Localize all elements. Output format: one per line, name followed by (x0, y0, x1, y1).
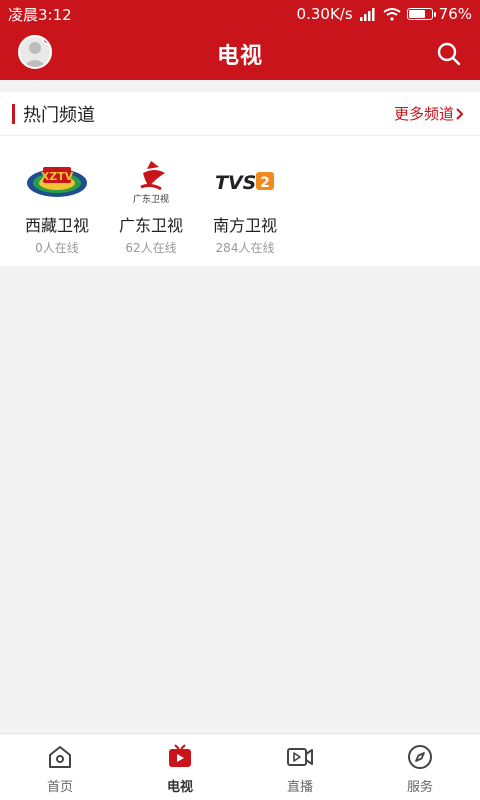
channel-logo-nanfang: TVS 2 (198, 156, 292, 206)
section-header: 热门频道 更多频道 (0, 92, 480, 136)
tab-label: 服务 (406, 780, 433, 795)
guangdong-logo-text: 广东卫视 (133, 193, 169, 205)
channel-online-count: 284人在线 (215, 241, 275, 255)
compass-icon (405, 742, 435, 772)
channel-logo-xizang: XZTV (10, 156, 104, 206)
app-header: 电视 (0, 28, 480, 80)
channel-name: 南方卫视 (212, 216, 277, 235)
status-bar: 凌晨3:12 0.30K/s 76% (0, 0, 480, 28)
network-speed: 0.30K/s (296, 5, 353, 23)
status-time: 凌晨3:12 (8, 5, 72, 24)
hot-channels-card: 热门频道 更多频道 XZTV 西藏卫视 0人在线 广东卫视 广东卫视 62人在线… (0, 92, 480, 266)
channel-name: 广东卫视 (118, 216, 183, 235)
tab-services[interactable]: 服务 (360, 734, 480, 800)
channel-item-xizang[interactable]: XZTV 西藏卫视 0人在线 (10, 156, 104, 256)
more-channels-label: 更多频道 (393, 105, 454, 123)
wifi-icon (383, 8, 401, 21)
tab-home[interactable]: 首页 (0, 734, 120, 800)
channel-item-guangdong[interactable]: 广东卫视 广东卫视 62人在线 (104, 156, 198, 256)
status-right: 0.30K/s 76% (297, 5, 472, 23)
tab-label: 首页 (46, 780, 73, 795)
live-video-icon (285, 742, 315, 772)
signal-icon (359, 8, 375, 21)
channel-list: XZTV 西藏卫视 0人在线 广东卫视 广东卫视 62人在线 TVS 2 南方卫… (0, 156, 480, 256)
user-avatar[interactable] (18, 35, 52, 69)
section-title-text: 热门频道 (23, 104, 95, 126)
tvs2-logo-icon: TVS 2 (215, 172, 274, 194)
tv-icon (165, 742, 195, 772)
tab-label: 直播 (286, 780, 313, 795)
page-title: 电视 (216, 44, 263, 69)
section-title-bar (12, 103, 15, 124)
chevron-right-icon (456, 107, 464, 120)
channel-online-count: 62人在线 (125, 241, 177, 255)
battery-icon (406, 8, 436, 20)
channel-name: 西藏卫视 (24, 216, 89, 235)
tab-live[interactable]: 直播 (240, 734, 360, 800)
home-icon (45, 742, 75, 772)
tab-tv[interactable]: 电视 (120, 734, 240, 800)
channel-online-count: 0人在线 (35, 241, 79, 255)
xztv-logo-text: XZTV (41, 170, 74, 183)
xztv-logo-icon: XZTV (27, 167, 87, 197)
battery-percent: 76% (438, 5, 472, 23)
more-channels-link[interactable]: 更多频道 (394, 103, 466, 124)
tvs2-logo-badge: 2 (260, 175, 270, 191)
tab-label: 电视 (166, 780, 193, 795)
tvs2-logo-text: TVS (215, 172, 256, 194)
battery-fill (408, 10, 426, 18)
channel-logo-guangdong: 广东卫视 (104, 156, 198, 206)
notification-dot (42, 37, 50, 45)
bottom-nav: 首页 电视 直播 服务 (0, 733, 480, 800)
search-icon[interactable] (436, 41, 462, 67)
section-title: 热门频道 (12, 101, 95, 127)
guangdong-tv-logo-icon: 广东卫视 (133, 161, 169, 205)
channel-item-nanfang[interactable]: TVS 2 南方卫视 284人在线 (198, 156, 292, 256)
